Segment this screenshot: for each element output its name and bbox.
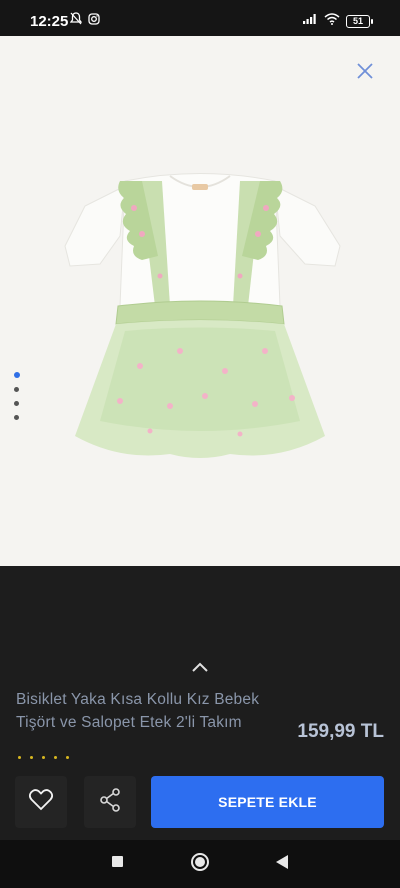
status-bar: 12:25 51 <box>0 0 400 36</box>
system-nav-bar <box>0 840 400 888</box>
share-icon <box>99 787 121 817</box>
wifi-icon <box>324 12 340 30</box>
star-icon <box>18 756 21 759</box>
instagram-icon <box>88 12 100 30</box>
star-icon <box>54 756 57 759</box>
home-circle-icon <box>190 852 210 877</box>
chevron-up-icon <box>192 659 208 677</box>
image-pager[interactable] <box>13 372 20 420</box>
battery-icon: 51 <box>346 14 373 28</box>
pager-dot-active[interactable] <box>13 372 20 378</box>
add-to-cart-button[interactable]: SEPETE EKLE <box>151 776 384 828</box>
star-icon <box>42 756 45 759</box>
close-button[interactable] <box>350 58 380 88</box>
pager-dot[interactable] <box>14 387 19 392</box>
rating-stars <box>18 756 69 759</box>
star-icon <box>30 756 33 759</box>
notifications-off-icon <box>69 12 83 30</box>
signal-icon <box>302 12 318 30</box>
back-button[interactable] <box>270 852 294 876</box>
square-icon <box>111 855 124 873</box>
recents-button[interactable] <box>105 852 129 876</box>
product-image <box>64 173 341 458</box>
status-time: 12:25 <box>30 13 69 30</box>
share-button[interactable] <box>84 776 136 828</box>
expand-button[interactable] <box>183 656 217 680</box>
close-icon <box>356 62 374 85</box>
action-bar: SEPETE EKLE <box>0 776 400 828</box>
home-button[interactable] <box>188 852 212 876</box>
star-icon <box>66 756 69 759</box>
pager-dot[interactable] <box>14 401 19 406</box>
heart-icon <box>28 788 54 817</box>
wishlist-button[interactable] <box>15 776 67 828</box>
back-triangle-icon <box>275 854 289 875</box>
product-price: 159,99 TL <box>297 721 384 742</box>
product-title: Bisiklet Yaka Kısa Kollu Kız Bebek Tişör… <box>16 691 260 731</box>
pager-dot[interactable] <box>14 415 19 420</box>
status-right-icons: 51 <box>302 12 373 30</box>
product-image-viewer[interactable] <box>0 36 400 566</box>
status-left-icons <box>69 12 100 30</box>
